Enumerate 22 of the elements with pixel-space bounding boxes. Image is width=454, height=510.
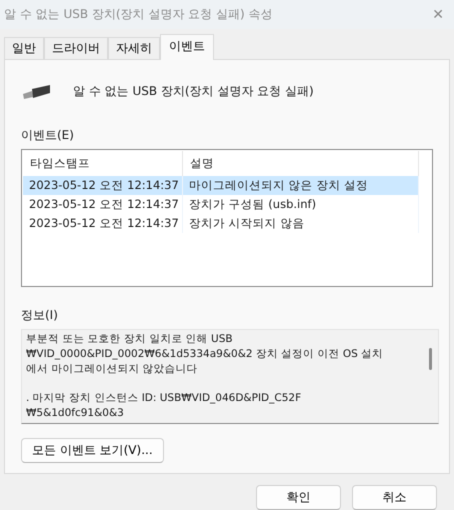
dialog-button[interactable]: 취소 [352, 485, 437, 510]
table-cell[interactable]: 2023-05-12 오전 12:14:37 [23, 176, 183, 196]
dialog-button[interactable]: 확인 [256, 485, 341, 510]
device-name: 알 수 없는 USB 장치(장치 설명자 요청 실패) [73, 83, 314, 100]
tab[interactable]: 드라이버 [44, 37, 108, 59]
table-cell[interactable]: 장치가 시작되지 않음 [183, 214, 419, 234]
tab[interactable]: 일반 [4, 37, 44, 59]
info-label: 정보(I) [21, 307, 59, 324]
table-cell[interactable]: 2023-05-12 오전 12:14:37 [23, 195, 183, 214]
table-cell[interactable]: 2023-05-12 오전 12:14:37 [23, 214, 183, 234]
tab[interactable]: 이벤트 [160, 34, 214, 60]
events-label: 이벤트(E) [21, 127, 75, 144]
usb-plug-icon [21, 84, 51, 100]
info-box[interactable]: 부분적 또는 모호한 장치 일치로 인해 USB ₩VID_0000&PID_0002₩6&1d5334a9&0&2 장치 설정이 이전 OS 설치 에서 마이그레이션되지 않았습니다 . 마지막 장치 인스턴스 ID: USB₩VID_046D&PID_C52F ₩5&1d0fc91&0&3 [21, 329, 439, 424]
window-title: 알 수 없는 USB 장치(장치 설명자 요청 실패) 속성 [4, 6, 273, 23]
info-text: 부분적 또는 모호한 장치 일치로 인해 USB ₩VID_0000&PID_0002₩6&1d5334a9&0&2 장치 설정이 이전 OS 설치 에서 마이그레이션되지 않았습니다 [26, 332, 384, 377]
table-cell[interactable]: 마이그레이션되지 않은 장치 설정 [183, 176, 419, 196]
scrollbar-thumb[interactable] [429, 348, 432, 370]
view-all-events-button[interactable]: 모든 이벤트 보기(V)... [21, 438, 164, 463]
info-text: . 마지막 장치 인스턴스 ID: USB₩VID_046D&PID_C52F ₩5&1d0fc91&0&3 [26, 391, 302, 421]
table-cell[interactable]: 장치가 구성됨 (usb.inf) [183, 195, 419, 214]
tab[interactable]: 자세히 [108, 37, 160, 59]
